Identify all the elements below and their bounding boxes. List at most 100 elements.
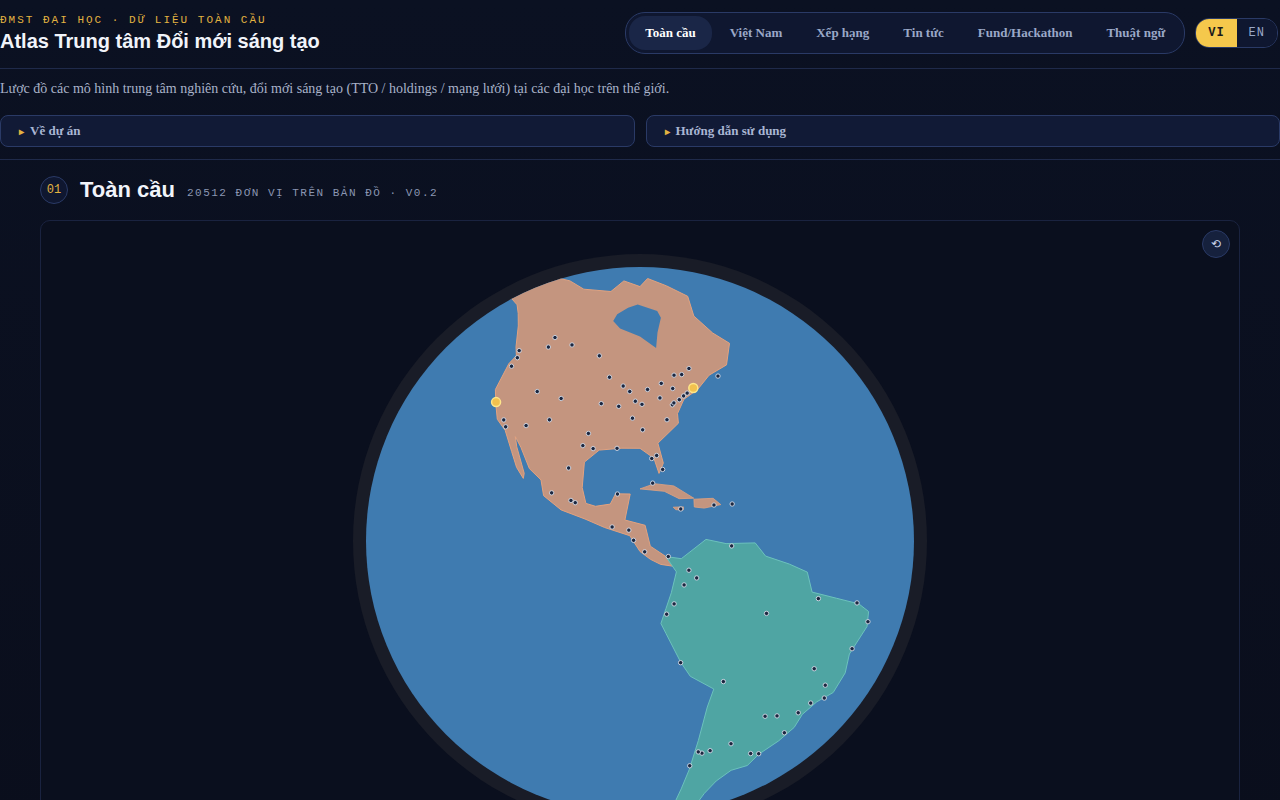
nav-tab[interactable]: Xếp hạng <box>800 16 885 50</box>
map-marker[interactable] <box>812 667 816 671</box>
map-marker[interactable] <box>607 375 611 379</box>
map-marker[interactable] <box>645 387 649 391</box>
map-marker[interactable] <box>509 364 513 368</box>
language-button[interactable]: EN <box>1237 19 1277 47</box>
nav-tab[interactable]: Fund/Hackathon <box>962 16 1089 50</box>
map-marker[interactable] <box>756 752 760 756</box>
map-marker[interactable] <box>672 401 676 405</box>
reset-view-button[interactable]: ⟲ <box>1202 230 1230 258</box>
map-marker[interactable] <box>553 335 557 339</box>
collapsible[interactable]: ▸Hướng dẫn sử dụng <box>646 115 1280 147</box>
hudson-bay <box>613 305 661 348</box>
map-marker[interactable] <box>610 525 614 529</box>
map-marker[interactable] <box>517 348 521 352</box>
map-marker[interactable] <box>716 374 720 378</box>
map-marker[interactable] <box>633 399 637 403</box>
map-marker[interactable] <box>679 372 683 376</box>
map-marker[interactable] <box>729 742 733 746</box>
map-marker[interactable] <box>650 481 654 485</box>
map-marker[interactable] <box>630 416 634 420</box>
nav-tab[interactable]: Thuật ngữ <box>1090 16 1181 50</box>
map-marker[interactable] <box>672 373 676 377</box>
nav-tab[interactable]: Việt Nam <box>714 16 799 50</box>
map-marker[interactable] <box>631 538 635 542</box>
subtitle: Lược đồ các mô hình trung tâm nghiên cứu… <box>0 69 1280 115</box>
map-marker[interactable] <box>816 596 820 600</box>
map-marker[interactable] <box>621 384 625 388</box>
map-marker[interactable] <box>677 397 681 401</box>
map-marker[interactable] <box>591 446 595 450</box>
map-marker[interactable] <box>689 384 698 393</box>
map-marker[interactable] <box>809 701 813 705</box>
map-marker[interactable] <box>524 423 528 427</box>
map-marker[interactable] <box>581 443 585 447</box>
map-marker[interactable] <box>586 431 590 435</box>
map-marker[interactable] <box>515 356 519 360</box>
map-marker[interactable] <box>850 647 854 651</box>
map-marker[interactable] <box>855 601 859 605</box>
map-marker[interactable] <box>502 418 506 422</box>
map-marker[interactable] <box>559 396 563 400</box>
map-marker[interactable] <box>775 714 779 718</box>
map-marker[interactable] <box>822 696 826 700</box>
map-marker[interactable] <box>687 568 691 572</box>
map-marker[interactable] <box>642 550 646 554</box>
map-marker[interactable] <box>665 418 669 422</box>
map-marker[interactable] <box>566 466 570 470</box>
south-america <box>661 539 869 800</box>
map-marker[interactable] <box>492 398 501 407</box>
map-marker[interactable] <box>640 428 644 432</box>
map-marker[interactable] <box>628 389 632 393</box>
globe-map[interactable] <box>41 221 1239 800</box>
map-marker[interactable] <box>782 731 786 735</box>
map-marker[interactable] <box>712 503 716 507</box>
map-marker[interactable] <box>694 576 698 580</box>
map-marker[interactable] <box>678 660 682 664</box>
collapsible[interactable]: ▸Về dự án <box>0 115 635 147</box>
map-marker[interactable] <box>660 467 664 471</box>
map-marker[interactable] <box>547 418 551 422</box>
nav-tab[interactable]: Toàn cầu <box>629 16 711 50</box>
map-marker[interactable] <box>503 425 507 429</box>
map-marker[interactable] <box>708 748 712 752</box>
map-marker[interactable] <box>687 366 691 370</box>
map-marker[interactable] <box>658 396 662 400</box>
map-marker[interactable] <box>615 492 619 496</box>
language-button[interactable]: VI <box>1196 19 1236 47</box>
map-marker[interactable] <box>659 381 663 385</box>
map-marker[interactable] <box>721 679 725 683</box>
map-marker[interactable] <box>664 612 668 616</box>
map-marker[interactable] <box>748 751 752 755</box>
map-marker[interactable] <box>823 683 827 687</box>
map-marker[interactable] <box>796 711 800 715</box>
map-marker[interactable] <box>615 446 619 450</box>
map-marker[interactable] <box>546 345 550 349</box>
map-marker[interactable] <box>730 502 734 506</box>
map-marker[interactable] <box>682 583 686 587</box>
map-marker[interactable] <box>535 389 539 393</box>
map-marker[interactable] <box>597 354 601 358</box>
map-marker[interactable] <box>666 554 670 558</box>
map-marker[interactable] <box>688 764 692 768</box>
map-marker[interactable] <box>573 500 577 504</box>
map-marker[interactable] <box>569 498 573 502</box>
nav-tab[interactable]: Tin tức <box>887 16 959 50</box>
map-marker[interactable] <box>696 750 700 754</box>
map-marker[interactable] <box>685 391 689 395</box>
map-marker[interactable] <box>650 456 654 460</box>
map-marker[interactable] <box>671 386 675 390</box>
map-marker[interactable] <box>654 453 658 457</box>
map-marker[interactable] <box>764 611 768 615</box>
map-marker[interactable] <box>570 343 574 347</box>
map-marker[interactable] <box>866 619 870 623</box>
map-marker[interactable] <box>729 544 733 548</box>
map-marker[interactable] <box>549 491 553 495</box>
section-meta: 20512 ĐƠN VỊ TRÊN BẢN ĐỒ · V0.2 <box>187 181 438 199</box>
map-marker[interactable] <box>640 402 644 406</box>
map-marker[interactable] <box>599 401 603 405</box>
map-marker[interactable] <box>617 404 621 408</box>
map-marker[interactable] <box>627 528 631 532</box>
map-marker[interactable] <box>763 714 767 718</box>
map-marker[interactable] <box>679 507 683 511</box>
map-marker[interactable] <box>672 602 676 606</box>
